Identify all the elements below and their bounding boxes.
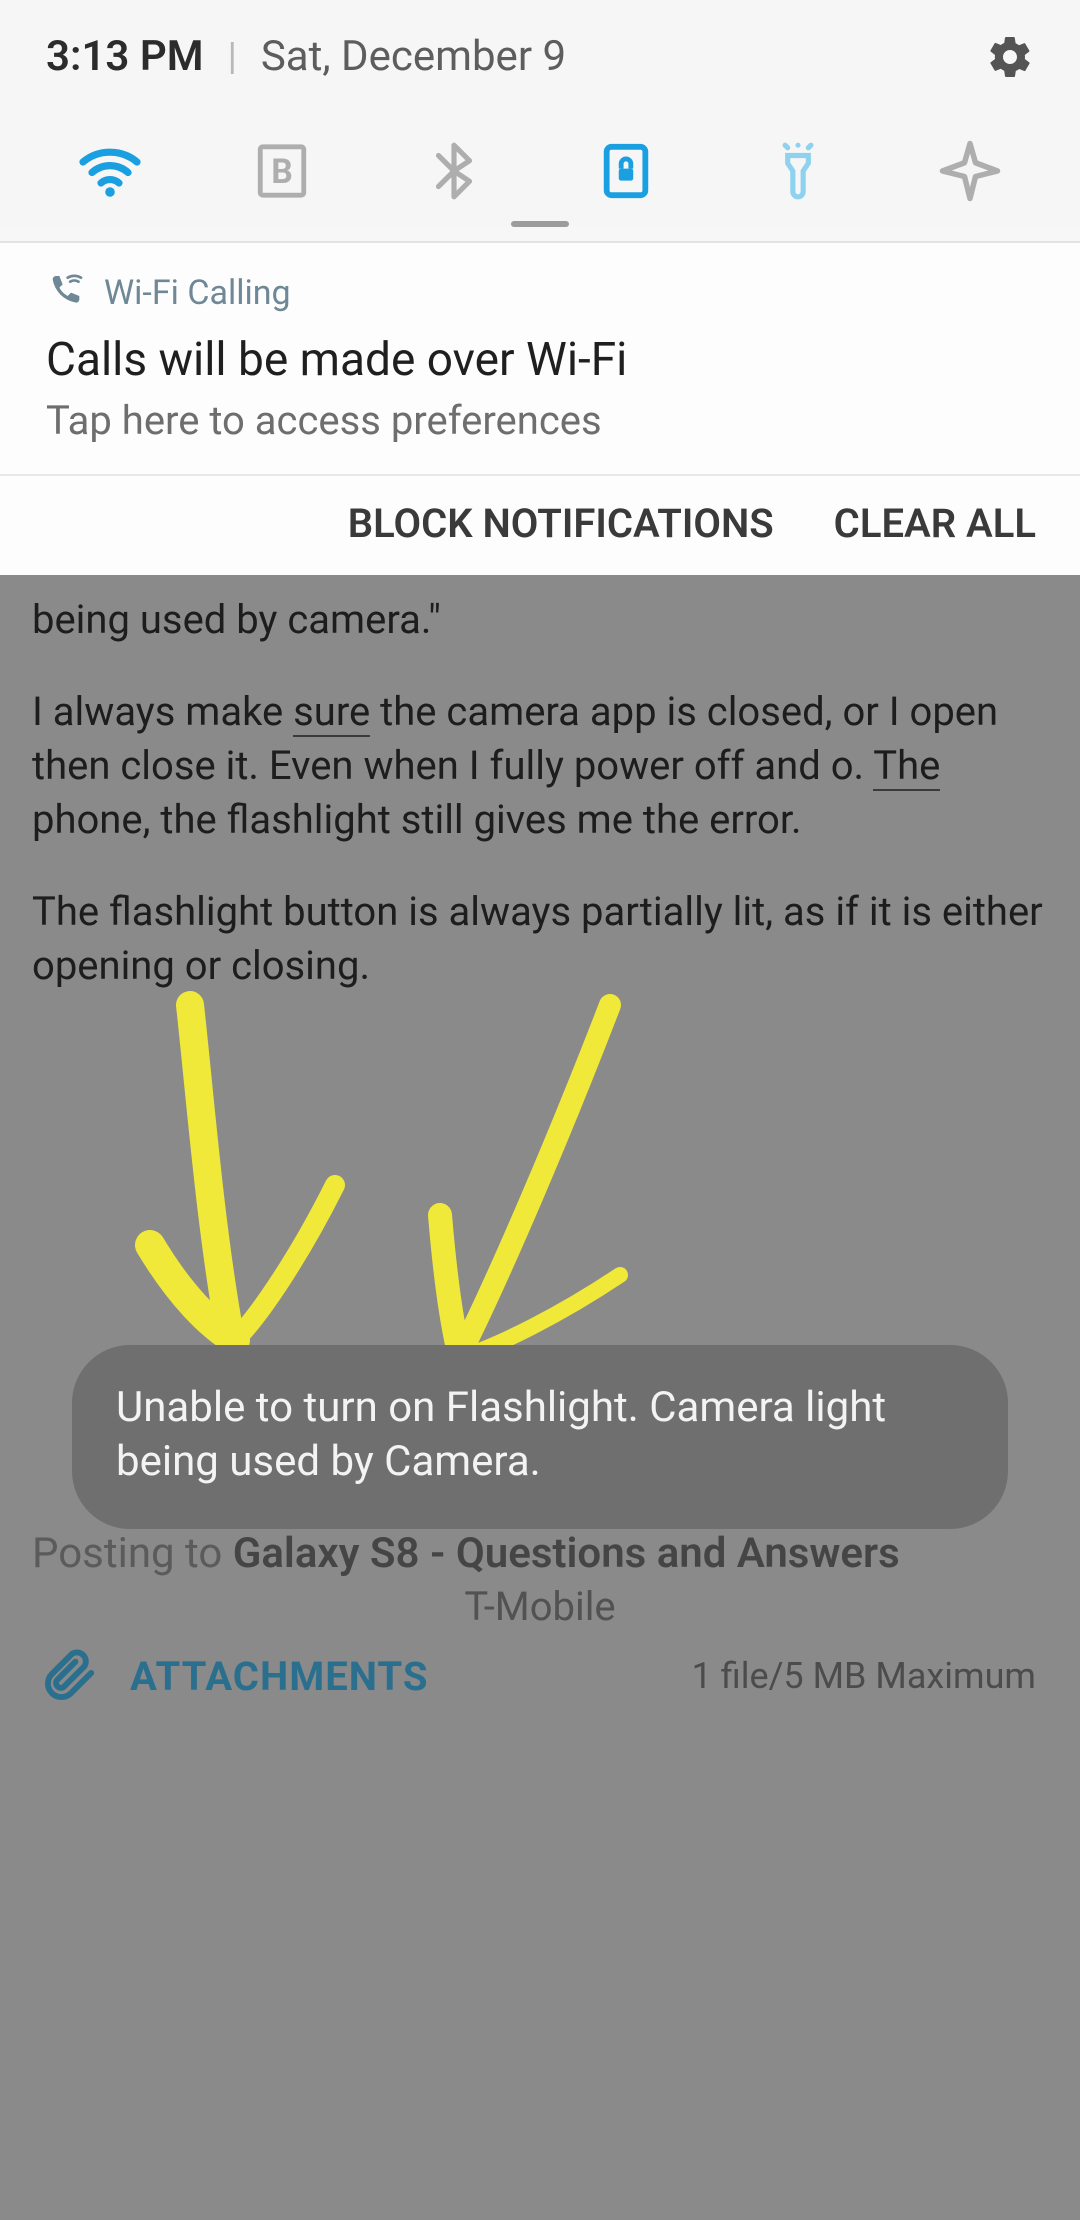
toast-message: Unable to turn on Flashlight. Camera lig… bbox=[72, 1345, 1008, 1529]
rotation-lock-icon bbox=[597, 142, 655, 200]
wifi-icon bbox=[74, 135, 146, 207]
status-time-block: 3:13 PM | Sat, December 9 bbox=[46, 32, 566, 81]
svg-text:B: B bbox=[271, 153, 293, 192]
posting-line: Posting to Galaxy S8 - Questions and Ans… bbox=[32, 1529, 900, 1578]
attachments-info: 1 file/5 MB Maximum bbox=[692, 1655, 1036, 1697]
airplane-toggle[interactable] bbox=[926, 127, 1014, 215]
airplane-icon bbox=[937, 138, 1003, 204]
notification-card[interactable]: Wi-Fi Calling Calls will be made over Wi… bbox=[0, 241, 1080, 474]
block-notifications-button[interactable]: BLOCK NOTIFICATIONS bbox=[348, 500, 774, 547]
attachments-row: ATTACHMENTS 1 file/5 MB Maximum bbox=[0, 1647, 1080, 1705]
posting-target: Galaxy S8 - Questions and Answers bbox=[233, 1529, 900, 1578]
flashlight-toggle[interactable] bbox=[754, 127, 842, 215]
status-divider: | bbox=[228, 35, 237, 79]
background-app: being used by camera." I always make sur… bbox=[0, 575, 1080, 2220]
b-icon: B bbox=[253, 142, 311, 200]
flashlight-icon bbox=[767, 140, 829, 202]
status-time: 3:13 PM bbox=[46, 32, 204, 81]
rotation-lock-toggle[interactable] bbox=[582, 127, 670, 215]
quick-settings-row: B bbox=[46, 127, 1034, 215]
carrier-label: T-Mobile bbox=[0, 1583, 1080, 1630]
bluetooth-toggle[interactable] bbox=[410, 127, 498, 215]
bluetooth-icon bbox=[423, 140, 485, 202]
notification-subtitle: Tap here to access preferences bbox=[46, 397, 1034, 444]
wifi-toggle[interactable] bbox=[66, 127, 154, 215]
paperclip-icon[interactable] bbox=[44, 1647, 98, 1705]
bg-line-fragment: being used by camera." bbox=[32, 593, 1048, 647]
notification-title: Calls will be made over Wi-Fi bbox=[46, 333, 1034, 387]
status-date: Sat, December 9 bbox=[261, 32, 566, 81]
notification-app-name: Wi-Fi Calling bbox=[104, 273, 291, 313]
settings-icon[interactable] bbox=[986, 33, 1034, 81]
wifi-calling-icon bbox=[46, 271, 86, 315]
bg-paragraph-1: I always make sure the camera app is clo… bbox=[32, 685, 1048, 847]
notification-actions: BLOCK NOTIFICATIONS CLEAR ALL bbox=[0, 474, 1080, 575]
attachments-label[interactable]: ATTACHMENTS bbox=[130, 1653, 429, 1700]
b-toggle[interactable]: B bbox=[238, 127, 326, 215]
panel-drag-handle[interactable] bbox=[46, 221, 1034, 227]
clear-all-button[interactable]: CLEAR ALL bbox=[834, 500, 1036, 547]
